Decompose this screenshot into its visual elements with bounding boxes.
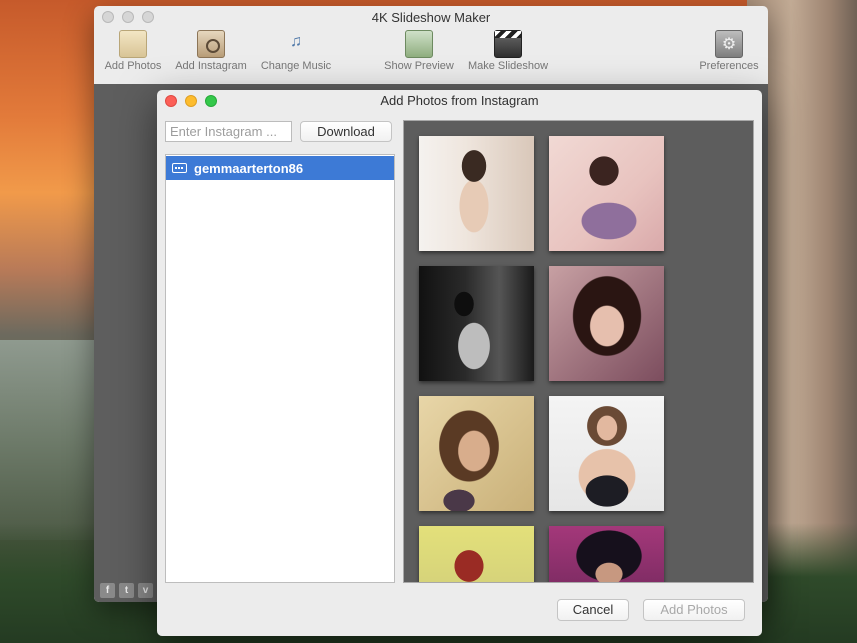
add-instagram-button[interactable]: Add Instagram — [171, 30, 251, 72]
account-list[interactable]: gemmaarterton86 — [165, 154, 395, 583]
change-music-label: Change Music — [260, 60, 332, 72]
photo-thumbnail[interactable] — [549, 526, 664, 582]
desktop-hill — [0, 340, 100, 540]
vimeo-icon[interactable]: v — [138, 583, 153, 598]
photo-thumbnail[interactable] — [419, 266, 534, 381]
instagram-icon — [197, 30, 225, 58]
preferences-icon — [715, 30, 743, 58]
preferences-button[interactable]: Preferences — [696, 30, 762, 72]
photo-thumbnail[interactable] — [549, 396, 664, 511]
add-photos-label: Add Photos — [104, 60, 162, 72]
make-slideshow-label: Make Slideshow — [467, 60, 549, 72]
cancel-button[interactable]: Cancel — [557, 599, 629, 621]
photo-grid[interactable] — [403, 120, 754, 583]
show-preview-label: Show Preview — [384, 60, 454, 72]
change-music-button[interactable]: Change Music — [257, 30, 335, 72]
window-title: 4K Slideshow Maker — [371, 10, 491, 25]
add-instagram-label: Add Instagram — [175, 60, 247, 72]
instagram-username-input[interactable] — [165, 121, 292, 142]
show-preview-button[interactable]: Show Preview — [381, 30, 457, 72]
toolbar: Add Photos Add Instagram Change Music Sh… — [94, 30, 768, 82]
add-photos-dialog-button[interactable]: Add Photos — [643, 599, 745, 621]
social-links: f t v — [100, 583, 153, 598]
instagram-dialog: Add Photos from Instagram Download gemma… — [157, 90, 762, 636]
add-photos-icon — [119, 30, 147, 58]
preview-icon — [405, 30, 433, 58]
account-name: gemmaarterton86 — [194, 160, 304, 176]
download-button[interactable]: Download — [300, 121, 392, 142]
photo-thumbnail[interactable] — [419, 136, 534, 251]
preferences-label: Preferences — [699, 60, 759, 72]
instagram-account-icon — [172, 163, 187, 173]
photo-thumbnail[interactable] — [549, 266, 664, 381]
photo-thumbnail[interactable] — [419, 526, 534, 582]
facebook-icon[interactable]: f — [100, 583, 115, 598]
account-item[interactable]: gemmaarterton86 — [166, 156, 394, 180]
twitter-icon[interactable]: t — [119, 583, 134, 598]
make-slideshow-button[interactable]: Make Slideshow — [464, 30, 552, 72]
photo-thumbnail[interactable] — [549, 136, 664, 251]
photo-thumbnail[interactable] — [419, 396, 534, 511]
dialog-title: Add Photos from Instagram — [380, 93, 539, 108]
music-icon — [282, 30, 310, 58]
clapperboard-icon — [494, 30, 522, 58]
add-photos-button[interactable]: Add Photos — [102, 30, 164, 72]
